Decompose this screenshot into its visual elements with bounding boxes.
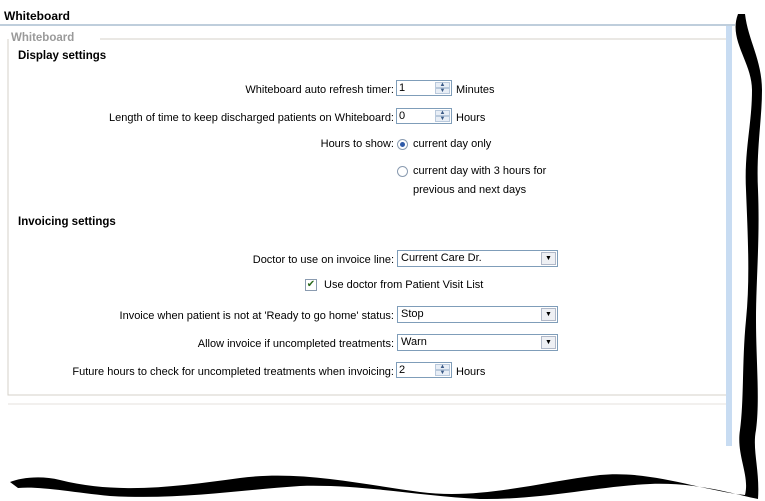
refresh-timer-unit: Minutes bbox=[456, 84, 495, 96]
refresh-timer-value: 1 bbox=[399, 82, 406, 94]
discharged-label: Length of time to keep discharged patien… bbox=[109, 112, 394, 124]
chevron-down-icon[interactable]: ▼ bbox=[541, 308, 556, 321]
future-hours-spinner[interactable]: 2 ▲ ▼ bbox=[396, 362, 452, 378]
display-settings-heading: Display settings bbox=[18, 50, 107, 62]
uncompleted-select[interactable]: Warn ▼ bbox=[397, 334, 558, 351]
option-current-day-only[interactable]: current day only bbox=[413, 138, 491, 150]
discharged-value: 0 bbox=[399, 110, 406, 122]
use-visit-list-label[interactable]: Use doctor from Patient Visit List bbox=[324, 279, 483, 291]
doctor-value: Current Care Dr. bbox=[401, 252, 482, 264]
option-current-day-plus-3-line1[interactable]: current day with 3 hours for bbox=[413, 165, 546, 177]
discharged-spinner[interactable]: 0 ▲ ▼ bbox=[396, 108, 452, 124]
spin-down-icon[interactable]: ▼ bbox=[435, 116, 450, 122]
doctor-label: Doctor to use on invoice line: bbox=[252, 254, 394, 266]
chevron-down-icon[interactable]: ▼ bbox=[541, 252, 556, 265]
not-ready-value: Stop bbox=[401, 308, 424, 320]
uncompleted-label: Allow invoice if uncompleted treatments: bbox=[197, 338, 394, 350]
page-frame bbox=[0, 6, 762, 500]
future-hours-value: 2 bbox=[399, 364, 406, 376]
refresh-timer-spinner[interactable]: 1 ▲ ▼ bbox=[396, 80, 452, 96]
scrollbar-strip bbox=[726, 26, 732, 446]
future-hours-unit: Hours bbox=[456, 366, 486, 378]
not-ready-label: Invoice when patient is not at 'Ready to… bbox=[119, 310, 394, 322]
window-title: Whiteboard bbox=[4, 9, 70, 23]
refresh-timer-label: Whiteboard auto refresh timer: bbox=[245, 84, 394, 96]
spin-down-icon[interactable]: ▼ bbox=[435, 370, 450, 376]
chevron-down-icon[interactable]: ▼ bbox=[541, 336, 556, 349]
uncompleted-value: Warn bbox=[401, 336, 427, 348]
not-ready-select[interactable]: Stop ▼ bbox=[397, 306, 558, 323]
doctor-select[interactable]: Current Care Dr. ▼ bbox=[397, 250, 558, 267]
future-hours-label: Future hours to check for uncompleted tr… bbox=[72, 366, 394, 378]
use-visit-list-checkbox[interactable]: ✔ bbox=[305, 279, 317, 291]
option-current-day-plus-3-line2: previous and next days bbox=[413, 184, 527, 196]
radio-current-day-only[interactable] bbox=[397, 139, 408, 150]
discharged-unit: Hours bbox=[456, 112, 486, 124]
invoicing-settings-heading: Invoicing settings bbox=[18, 216, 116, 228]
group-legend: Whiteboard bbox=[9, 32, 77, 44]
hours-to-show-label: Hours to show: bbox=[320, 138, 394, 150]
radio-current-day-plus-3[interactable] bbox=[397, 166, 408, 177]
spin-down-icon[interactable]: ▼ bbox=[435, 88, 450, 94]
page-background bbox=[0, 6, 742, 488]
